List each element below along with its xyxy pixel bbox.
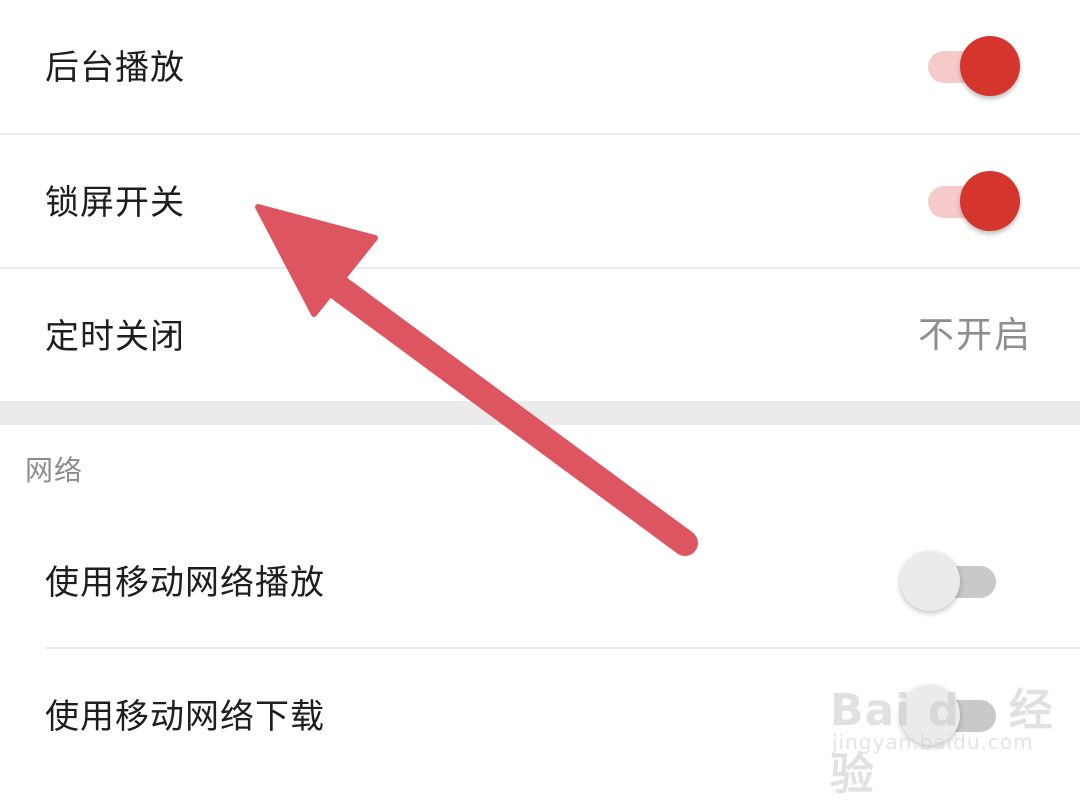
mobile-play-label: 使用移动网络播放 [45, 563, 325, 603]
setting-row-sleep-timer[interactable]: 定时关闭 不开启 [0, 269, 1080, 401]
setting-row-mobile-download[interactable]: 使用移动网络下载 [0, 649, 1080, 780]
toggle-knob [900, 551, 960, 611]
mobile-download-toggle[interactable] [900, 685, 1000, 745]
toggle-knob [960, 171, 1020, 231]
sleep-timer-label: 定时关闭 [45, 317, 185, 357]
setting-row-lock-screen[interactable]: 锁屏开关 [0, 135, 1080, 267]
lock-screen-label: 锁屏开关 [45, 183, 185, 223]
background-play-label: 后台播放 [45, 48, 185, 88]
network-section-title: 网络 [25, 454, 84, 487]
mobile-download-label: 使用移动网络下载 [45, 697, 325, 737]
setting-row-mobile-play[interactable]: 使用移动网络播放 [0, 515, 1080, 647]
toggle-knob [900, 685, 960, 745]
mobile-play-toggle[interactable] [900, 551, 1000, 611]
sleep-timer-value: 不开启 [917, 315, 1032, 356]
lock-screen-toggle[interactable] [922, 171, 1022, 231]
background-play-toggle[interactable] [922, 36, 1022, 96]
toggle-knob [960, 36, 1020, 96]
section-separator [0, 401, 1080, 425]
setting-row-background-play[interactable]: 后台播放 [0, 0, 1080, 133]
